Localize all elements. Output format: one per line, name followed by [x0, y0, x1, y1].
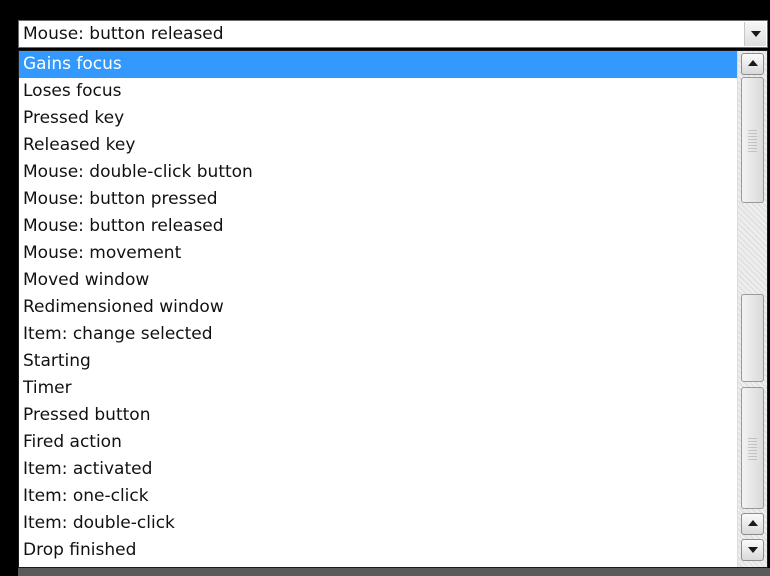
list-item[interactable]: Fired action	[19, 429, 737, 456]
list-item[interactable]: Pressed key	[19, 105, 737, 132]
list-item[interactable]: Drop finished	[19, 537, 737, 564]
list-item[interactable]: Moved window	[19, 267, 737, 294]
arrow-up-icon	[747, 520, 758, 526]
list-item[interactable]: Item: double-click	[19, 510, 737, 537]
vertical-scrollbar[interactable]	[737, 51, 767, 567]
list-item[interactable]: Released key	[19, 132, 737, 159]
list-item[interactable]: Mouse: button released	[19, 213, 737, 240]
screen: Mouse: button released Gains focus Loses…	[0, 0, 770, 576]
grip-icon	[748, 438, 757, 460]
underlying-window-strip	[18, 568, 770, 576]
list-item[interactable]: Redimensioned window	[19, 294, 737, 321]
list-item[interactable]: Item: change selected	[19, 321, 737, 348]
list-item[interactable]: Item: activated	[19, 456, 737, 483]
scroll-down-button[interactable]	[741, 539, 764, 561]
scrollbar-thumb-lower[interactable]	[741, 387, 764, 509]
chevron-down-icon	[750, 31, 761, 37]
event-dropdown-list[interactable]: Gains focus Loses focus Pressed key Rele…	[18, 50, 768, 568]
list-item[interactable]: Gains focus	[19, 51, 737, 78]
arrow-down-icon	[747, 547, 758, 553]
event-combo-box[interactable]: Mouse: button released	[18, 20, 768, 48]
combo-selected-value: Mouse: button released	[23, 24, 224, 44]
scroll-up-button-lower[interactable]	[741, 513, 764, 535]
grip-icon	[748, 130, 757, 152]
scrollbar-segment[interactable]	[741, 294, 764, 382]
list-item[interactable]: Loses focus	[19, 78, 737, 105]
list-item[interactable]: Mouse: button pressed	[19, 186, 737, 213]
list-item[interactable]: Item: one-click	[19, 483, 737, 510]
list-item[interactable]: Pressed button	[19, 402, 737, 429]
list-item[interactable]: Starting	[19, 348, 737, 375]
scroll-up-button[interactable]	[741, 53, 764, 75]
event-list: Gains focus Loses focus Pressed key Rele…	[19, 51, 737, 564]
list-item[interactable]: Mouse: double-click button	[19, 159, 737, 186]
list-item[interactable]: Timer	[19, 375, 737, 402]
list-item[interactable]: Mouse: movement	[19, 240, 737, 267]
scrollbar-thumb[interactable]	[741, 77, 764, 203]
arrow-up-icon	[747, 60, 758, 66]
combo-dropdown-button[interactable]	[744, 22, 766, 46]
